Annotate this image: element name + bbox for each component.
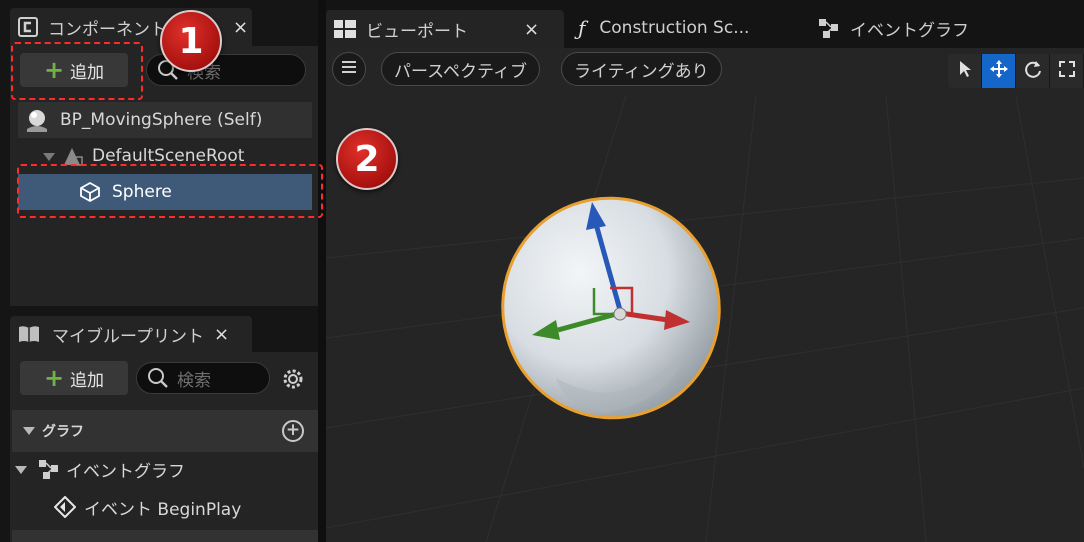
tab-construction-script-label: Construction Sc... <box>599 18 750 38</box>
event-begin-play-item[interactable]: イベント BeginPlay <box>53 494 242 520</box>
close-icon[interactable]: × <box>233 17 248 38</box>
book-icon <box>18 324 40 344</box>
step-badge-2: 2 <box>336 128 398 190</box>
component-icon <box>18 17 38 37</box>
expand-arrow-icon <box>14 462 28 476</box>
graph-section-label: グラフ <box>42 424 84 440</box>
expand-arrow-icon <box>42 149 56 163</box>
tree-item-label: DefaultSceneRoot <box>92 146 245 166</box>
search-icon <box>147 367 169 389</box>
add-button-label: 追加 <box>70 370 105 391</box>
graph-icon <box>38 458 60 480</box>
event-graph-item[interactable]: イベントグラフ <box>14 456 185 482</box>
tab-construction-script[interactable]: ƒ Construction Sc... <box>578 10 749 46</box>
search-placeholder: 検索 <box>177 370 211 391</box>
event-graph-label: イベントグラフ <box>66 461 185 482</box>
viewport-icon <box>334 20 356 38</box>
tree-item-bp-self[interactable]: BP_MovingSphere (Self) <box>18 102 312 138</box>
add-blueprint-item-button[interactable]: + 追加 <box>20 361 128 395</box>
tab-event-graph-label: イベントグラフ <box>850 20 969 41</box>
tab-components-label: コンポーネント <box>48 19 167 40</box>
tab-my-blueprint-label: マイブループリント <box>52 326 204 347</box>
highlight-add-button <box>11 42 143 100</box>
graph-section-header[interactable]: グラフ + <box>12 410 318 452</box>
tree-item-label: BP_MovingSphere (Self) <box>60 110 263 130</box>
tab-viewport[interactable]: ビューポート × <box>326 10 564 48</box>
step-badge-1: 1 <box>160 10 222 72</box>
graph-icon <box>818 17 840 39</box>
tab-viewport-label: ビューポート <box>366 21 468 42</box>
gear-icon[interactable] <box>281 367 305 391</box>
event-item-label: イベント BeginPlay <box>84 499 242 520</box>
collapse-arrow-icon <box>22 424 36 438</box>
tab-my-blueprint[interactable]: マイブループリント × <box>10 316 252 352</box>
translate-gizmo[interactable] <box>326 48 1084 542</box>
close-icon[interactable]: × <box>214 324 229 345</box>
plus-icon: + <box>43 364 65 392</box>
function-icon: ƒ <box>578 16 586 40</box>
tab-event-graph[interactable]: イベントグラフ <box>818 10 969 46</box>
actor-icon <box>24 107 50 133</box>
panel-footer-bar <box>12 530 318 542</box>
blueprint-search-input[interactable]: 検索 <box>136 362 270 394</box>
viewport-canvas[interactable]: パースペクティブ ライティングあり <box>326 48 1084 542</box>
highlight-sphere-row <box>17 164 323 218</box>
close-icon[interactable]: × <box>524 19 539 40</box>
event-icon <box>53 495 77 519</box>
add-graph-icon[interactable]: + <box>282 420 304 442</box>
